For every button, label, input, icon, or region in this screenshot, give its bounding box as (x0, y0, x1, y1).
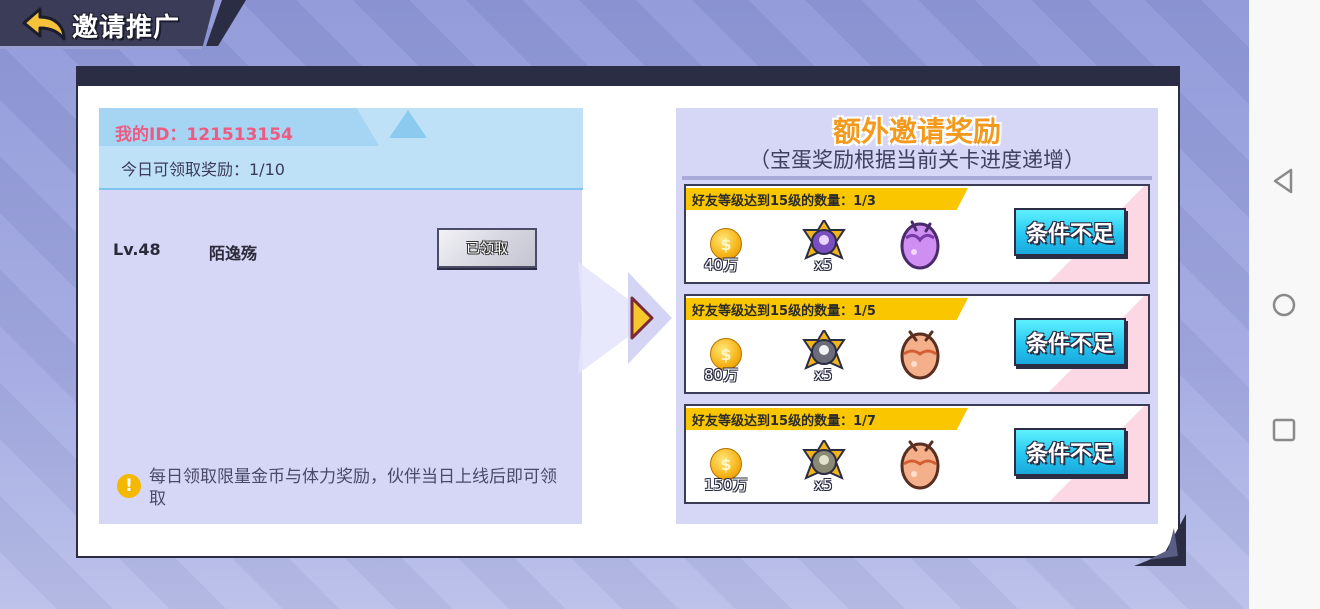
daily-invite-section: 我的ID：121513154 今日可领取奖励：1/10 Lv.48 陌逸殇 已领… (99, 108, 583, 524)
friend-row: Lv.48 陌逸殇 已领取 (113, 228, 553, 280)
game-screen: 邀请推广 我的ID：121513154 今日可领取奖励：1/10 Lv.48 陌… (0, 0, 1249, 609)
back-nav-icon[interactable] (1269, 166, 1299, 196)
medal-quantity: x5 (814, 476, 833, 494)
right-arrow-icon (578, 262, 672, 374)
medal-quantity: x5 (814, 256, 833, 274)
page-title: 邀请推广 (72, 13, 181, 43)
home-nav-icon[interactable] (1269, 290, 1299, 320)
recents-nav-icon[interactable] (1269, 415, 1299, 445)
insufficient-condition-button[interactable]: 条件不足 (1014, 318, 1126, 366)
orange-egg-icon (900, 440, 940, 490)
task-label: 好友等级达到15级的数量：1/3 (692, 194, 876, 209)
panel-top-bar (78, 68, 1178, 86)
reward-task-card: 好友等级达到15级的数量：1/3 $ 40万 x5 条件不足 (684, 184, 1150, 284)
coin-amount: 80万 (704, 366, 739, 384)
coin-amount: 150万 (704, 476, 748, 494)
insufficient-condition-button[interactable]: 条件不足 (1014, 428, 1126, 476)
extra-rewards-section: 额外邀请奖励 （宝蛋奖励根据当前关卡进度递增） 好友等级达到15级的数量：1/3… (676, 108, 1158, 524)
coin-amount: 40万 (704, 256, 739, 274)
orange-egg-icon (900, 330, 940, 380)
task-label: 好友等级达到15级的数量：1/5 (692, 304, 876, 319)
friend-name: 陌逸殇 (209, 244, 258, 263)
header-triangle-icon (389, 110, 427, 138)
claimed-button[interactable]: 已领取 (437, 228, 537, 268)
today-reward-count: 今日可领取奖励：1/10 (121, 160, 285, 179)
notice-text: 每日领取限量金币与体力奖励，伙伴当日上线后即可领取 (149, 467, 557, 509)
system-nav-bar (1249, 0, 1320, 609)
id-header: 我的ID：121513154 今日可领取奖励：1/10 (99, 108, 583, 190)
insufficient-condition-button[interactable]: 条件不足 (1014, 208, 1126, 256)
purple-egg-icon (900, 220, 940, 270)
divider (682, 176, 1152, 180)
extra-rewards-subtitle: （宝蛋奖励根据当前关卡进度递增） (749, 148, 1085, 172)
friend-level: Lv.48 (113, 240, 161, 259)
reward-task-card: 好友等级达到15级的数量：1/5 $ 80万 x5 条件不足 (684, 294, 1150, 394)
my-id-label: 我的ID：121513154 (115, 125, 293, 145)
warning-icon: ! (117, 474, 141, 498)
medal-quantity: x5 (814, 366, 833, 384)
task-label: 好友等级达到15级的数量：1/7 (692, 414, 876, 429)
reward-task-card: 好友等级达到15级的数量：1/7 $ 150万 x5 条件不足 (684, 404, 1150, 504)
back-arrow-icon[interactable] (20, 5, 68, 43)
